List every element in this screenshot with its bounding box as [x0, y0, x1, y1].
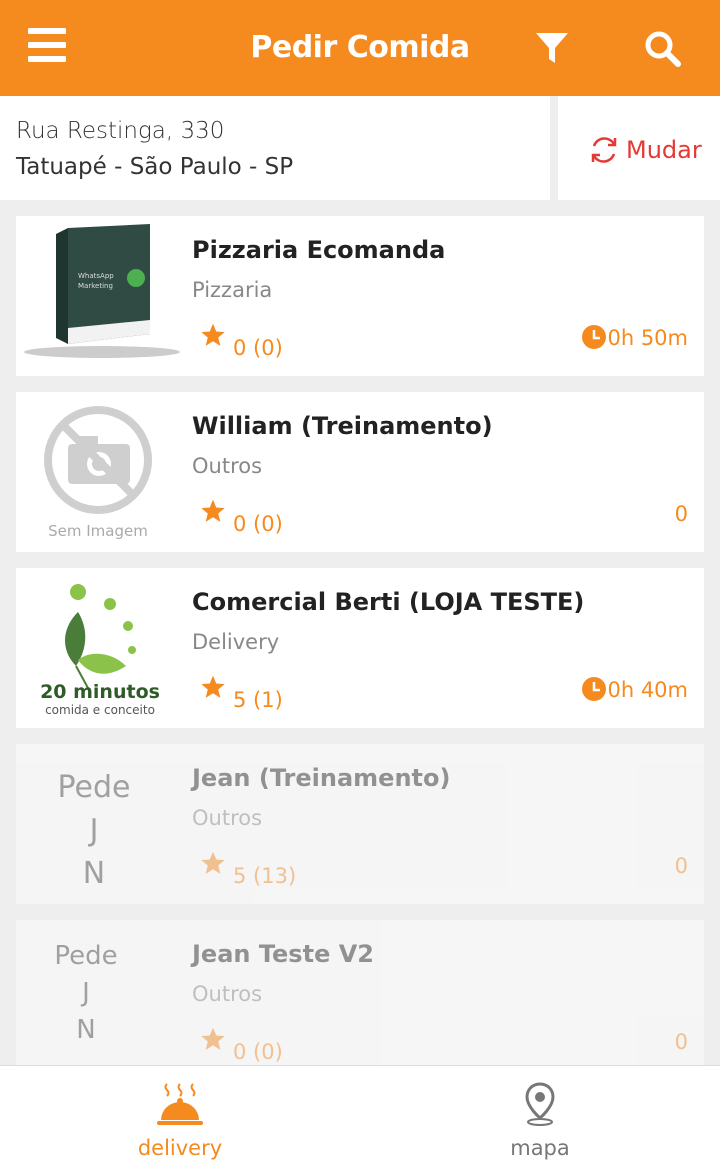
delivery-time: 0 [674, 502, 688, 526]
svg-text:Sem Imagem: Sem Imagem [48, 522, 148, 540]
search-icon[interactable] [644, 30, 682, 68]
tab-map-label: mapa [510, 1136, 570, 1160]
restaurant-category: Outros [192, 982, 263, 1006]
filter-icon[interactable] [534, 30, 570, 66]
tab-delivery[interactable]: delivery [0, 1066, 360, 1176]
no-image-placeholder: Sem Imagem [16, 392, 180, 552]
bottom-navigation: delivery mapa [0, 1065, 720, 1176]
star-icon [201, 675, 225, 698]
svg-text:Marketing: Marketing [78, 282, 113, 290]
restaurant-name: Jean (Treinamento) [192, 764, 451, 792]
restaurant-rating: 0 (0) [233, 336, 283, 360]
restaurant-category: Outros [192, 806, 263, 830]
clock-icon [582, 677, 606, 701]
restaurant-name: Jean Teste V2 [192, 940, 374, 968]
star-icon [201, 499, 225, 522]
restaurant-card[interactable]: Sem Imagem William (Treinamento) Outros … [16, 392, 704, 552]
restaurant-category: Outros [192, 454, 263, 478]
restaurant-card[interactable]: WhatsApp Marketing Pizzaria Ecomanda Piz… [16, 216, 704, 376]
address-line-1: Rua Restinga, 330 [16, 118, 225, 144]
restaurant-category: Delivery [192, 630, 280, 654]
svg-text:WhatsApp: WhatsApp [78, 272, 114, 280]
clock-icon [582, 325, 606, 349]
delivery-time: 0h 40m [607, 678, 688, 702]
restaurant-logo: WhatsApp Marketing [16, 216, 180, 376]
cloche-icon [157, 1083, 203, 1125]
svg-text:comida e conceito: comida e conceito [45, 703, 155, 717]
delivery-address: Rua Restinga, 330 Tatuapé - São Paulo - … [0, 96, 550, 200]
address-line-2: Tatuapé - São Paulo - SP [16, 154, 294, 180]
page-title: Pedir Comida [250, 30, 470, 65]
tab-map[interactable]: mapa [360, 1066, 720, 1176]
tab-delivery-label: delivery [137, 1136, 223, 1160]
restaurant-rating: 5 (13) [233, 864, 297, 888]
restaurant-rating: 0 (0) [233, 1040, 283, 1064]
restaurant-card[interactable]: Pede J N Jean (Treinamento) Outros 5 (13… [16, 744, 704, 904]
app-header: Pedir Comida [0, 0, 720, 96]
refresh-icon [591, 137, 617, 163]
svg-text:20 minutos: 20 minutos [40, 681, 160, 703]
map-pin-icon [525, 1082, 555, 1126]
restaurant-name: William (Treinamento) [192, 412, 493, 440]
change-address-label: Mudar [626, 136, 702, 164]
restaurant-name: Comercial Berti (LOJA TESTE) [192, 588, 585, 616]
star-icon [201, 323, 225, 346]
restaurant-name: Pizzaria Ecomanda [192, 236, 446, 264]
delivery-time: 0 [674, 1030, 688, 1054]
restaurant-card[interactable]: 20 minutos comida e conceito Comercial B… [16, 568, 704, 728]
restaurant-logo: Pede J N [57, 770, 131, 891]
delivery-time: 0 [674, 854, 688, 878]
restaurant-card[interactable]: Pede J N Jean Teste V2 Outros 0 (0) 0 [16, 920, 704, 1080]
restaurant-rating: 0 (0) [233, 512, 283, 536]
star-icon [201, 851, 225, 874]
restaurant-category: Pizzaria [192, 278, 273, 302]
restaurant-logo: Pede J N [54, 941, 118, 1045]
restaurant-rating: 5 (1) [233, 688, 283, 712]
star-icon [201, 1027, 225, 1050]
change-address-button[interactable]: Mudar [558, 96, 720, 200]
restaurant-logo: 20 minutos comida e conceito [16, 568, 180, 728]
delivery-time: 0h 50m [607, 326, 688, 350]
